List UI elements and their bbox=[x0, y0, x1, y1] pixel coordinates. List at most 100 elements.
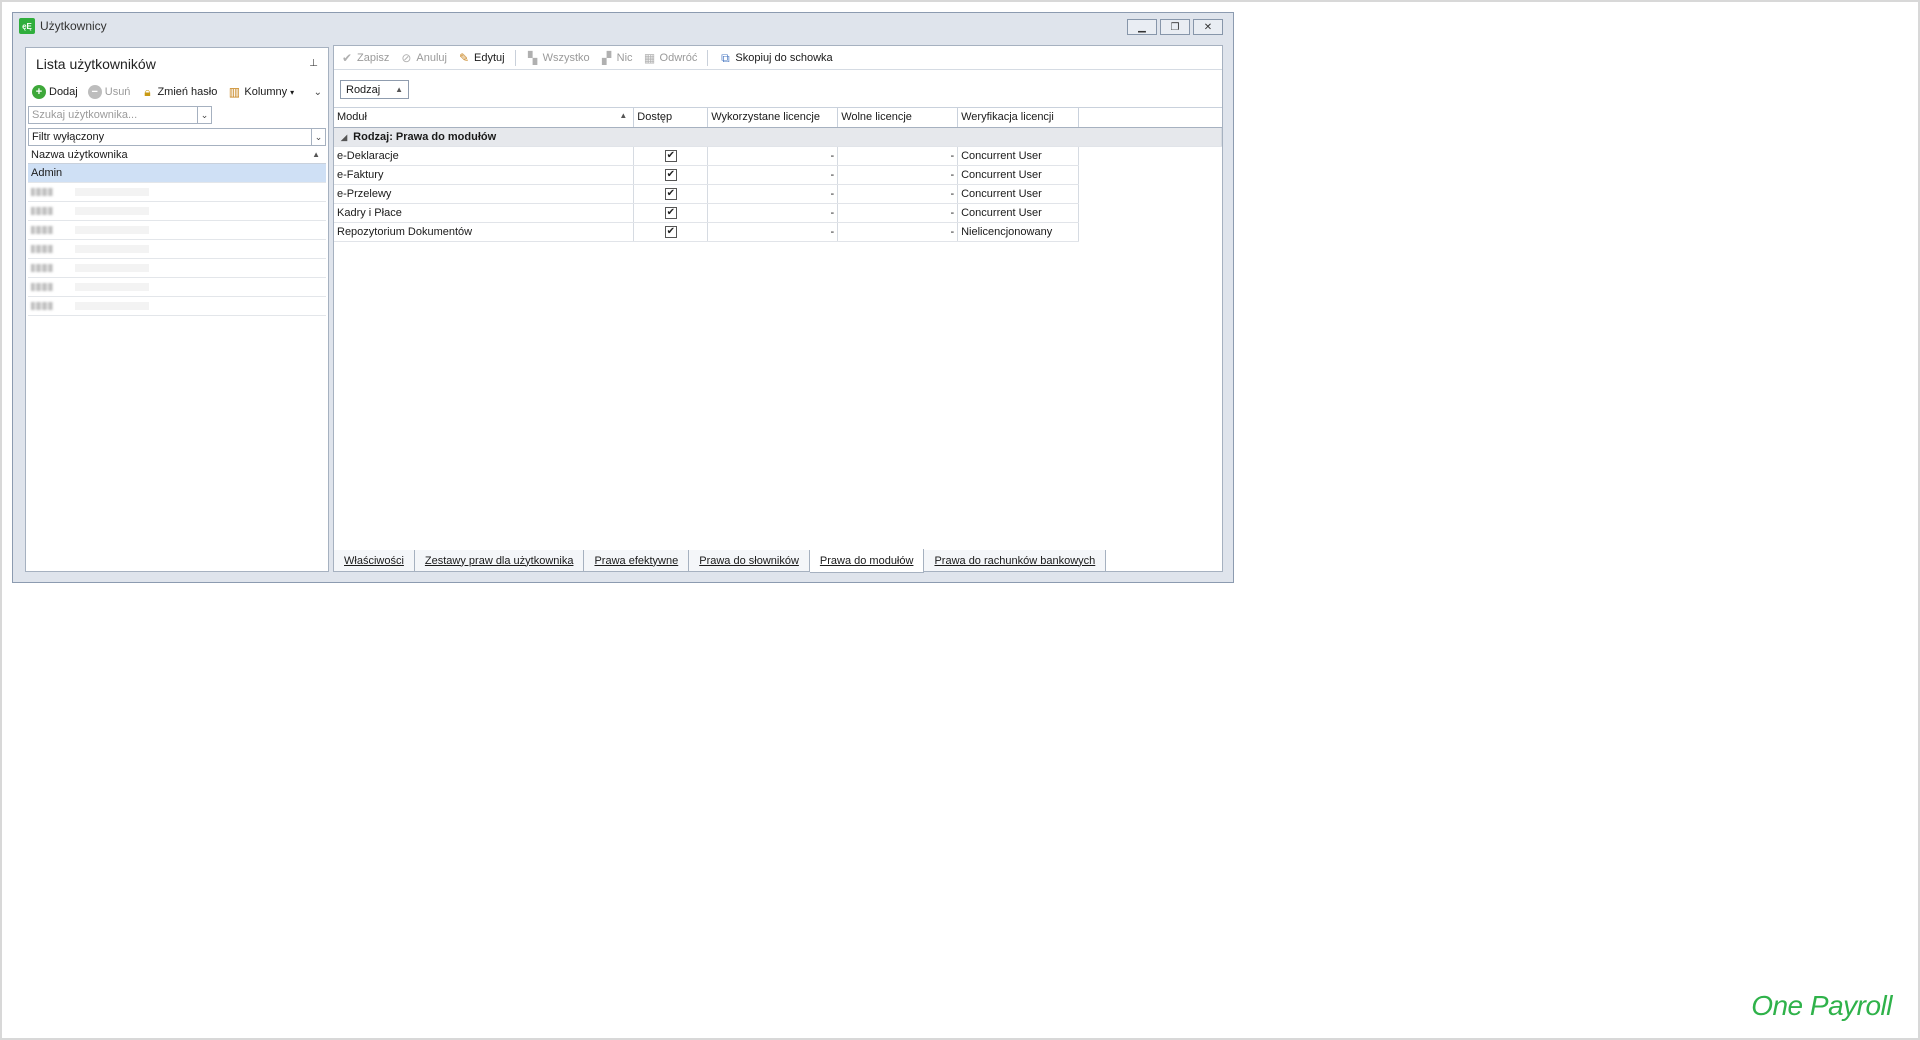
cancel-label: Anuluj bbox=[416, 51, 447, 64]
select-none-button[interactable]: ▞ Nic bbox=[600, 51, 633, 65]
close-icon: ✕ bbox=[1203, 21, 1213, 33]
copy-to-clipboard-button[interactable]: ⧉ Skopiuj do schowka bbox=[718, 51, 833, 65]
group-chip-label: Rodzaj bbox=[346, 83, 381, 96]
change-password-label: Zmień hasło bbox=[157, 86, 218, 98]
column-header-label: Nazwa użytkownika bbox=[31, 148, 128, 161]
column-header-used-licenses[interactable]: Wykorzystane licencje bbox=[707, 108, 839, 128]
redacted-tail bbox=[75, 283, 149, 291]
access-checkbox[interactable]: ✔ bbox=[664, 225, 677, 238]
delete-user-button[interactable]: − Usuń bbox=[87, 85, 131, 99]
access-cell[interactable]: ✔ bbox=[633, 165, 709, 185]
user-list-item[interactable] bbox=[28, 278, 326, 297]
access-checkbox[interactable]: ✔ bbox=[664, 187, 677, 200]
table-row[interactable]: Kadry i Płace ✔ - - Concurrent User bbox=[334, 203, 1222, 223]
column-header-username[interactable]: Nazwa użytkownika ▲ bbox=[28, 146, 326, 164]
user-list-item[interactable] bbox=[28, 240, 326, 259]
free-licenses-cell: - bbox=[837, 203, 959, 223]
bottom-tabs: Właściwości Zestawy praw dla użytkownika P… bbox=[333, 549, 1107, 573]
module-cell: e-Faktury bbox=[334, 165, 635, 185]
tab-4[interactable]: Prawa do modułów bbox=[809, 549, 925, 573]
column-header-license-verification[interactable]: Weryfikacja licencji bbox=[957, 108, 1080, 128]
column-header-module[interactable]: Moduł ▲ bbox=[334, 108, 635, 128]
used-licenses-cell: - bbox=[707, 222, 839, 242]
redacted-tail bbox=[75, 188, 149, 196]
module-cell: e-Deklaracje bbox=[334, 146, 635, 166]
user-list-item[interactable]: Admin bbox=[28, 164, 326, 183]
save-button[interactable]: ✔ Zapisz bbox=[340, 51, 389, 65]
minus-icon: − bbox=[87, 85, 102, 99]
used-licenses-cell: - bbox=[707, 184, 839, 204]
minimize-button[interactable]: ▁ bbox=[1127, 19, 1157, 35]
cancel-button[interactable]: ⊘ Anuluj bbox=[399, 51, 447, 65]
group-row[interactable]: ◢ Rodzaj: Prawa do modułów bbox=[334, 127, 1222, 147]
access-cell[interactable]: ✔ bbox=[633, 184, 709, 204]
search-dropdown-button[interactable]: ⌄ bbox=[197, 107, 211, 123]
change-password-button[interactable]: 🔒︎ Zmień hasło bbox=[140, 85, 217, 99]
user-list-item[interactable] bbox=[28, 297, 326, 316]
user-list-item[interactable] bbox=[28, 221, 326, 240]
column-header-free-licenses[interactable]: Wolne licencje bbox=[837, 108, 959, 128]
tab-label: Prawa do modułów bbox=[819, 554, 914, 567]
column-header-access[interactable]: Dostęp bbox=[633, 108, 709, 128]
maximize-button[interactable]: ❐ bbox=[1160, 19, 1190, 35]
redacted-user-name bbox=[31, 207, 53, 215]
tab-3[interactable]: Prawa do słowników bbox=[689, 550, 810, 572]
license-verification-cell: Concurrent User bbox=[957, 184, 1080, 204]
collapse-icon[interactable]: ◢ bbox=[341, 133, 347, 142]
user-name: Admin bbox=[31, 167, 63, 179]
license-verification-cell: Concurrent User bbox=[957, 203, 1080, 223]
empty-cell bbox=[1079, 203, 1222, 222]
add-user-button[interactable]: + Dodaj bbox=[32, 85, 78, 99]
window-titlebar[interactable]: ęĘ Użytkownicy ▁ ❐ ✕ bbox=[13, 13, 1233, 39]
filter-dropdown[interactable]: Filtr wyłączony ⌄ bbox=[28, 128, 326, 146]
column-header-label: Weryfikacja licencji bbox=[961, 111, 1054, 124]
filter-value: Filtr wyłączony bbox=[32, 131, 105, 143]
sort-ascending-icon: ▲ bbox=[619, 111, 628, 121]
select-all-label: Wszystko bbox=[542, 51, 590, 64]
user-list-item[interactable] bbox=[28, 259, 326, 278]
table-row[interactable]: e-Faktury ✔ - - Concurrent User bbox=[334, 165, 1222, 185]
invert-label: Odwróć bbox=[659, 51, 698, 64]
access-checkbox[interactable]: ✔ bbox=[664, 168, 677, 181]
invert-selection-button[interactable]: ▦ Odwróć bbox=[643, 51, 698, 65]
tab-label: Prawa efektywne bbox=[594, 554, 679, 567]
redacted-user-name bbox=[31, 283, 53, 291]
free-licenses-cell: - bbox=[837, 184, 959, 204]
user-list-item[interactable] bbox=[28, 183, 326, 202]
sort-ascending-icon: ▲ bbox=[395, 85, 403, 94]
tab-label: Prawa do rachunków bankowych bbox=[934, 554, 1096, 567]
table-row[interactable]: e-Deklaracje ✔ - - Concurrent User bbox=[334, 146, 1222, 166]
access-cell[interactable]: ✔ bbox=[633, 203, 709, 223]
group-row-label: Rodzaj: Prawa do modułów bbox=[353, 130, 497, 143]
redacted-user-name bbox=[31, 226, 53, 234]
checkmark-icon: ✔ bbox=[341, 50, 353, 65]
chevron-down-icon[interactable]: ⌄ bbox=[314, 87, 322, 98]
group-by-chip[interactable]: Rodzaj ▲ bbox=[340, 80, 409, 99]
redacted-tail bbox=[75, 302, 149, 310]
invert-icon: ▦ bbox=[643, 50, 656, 65]
empty-cell bbox=[1079, 222, 1222, 241]
user-list-item[interactable] bbox=[28, 202, 326, 221]
columns-button[interactable]: ▥ Kolumny ▾ bbox=[227, 85, 294, 99]
search-input[interactable] bbox=[29, 108, 195, 122]
tab-5[interactable]: Prawa do rachunków bankowych bbox=[924, 550, 1107, 572]
redacted-tail bbox=[75, 245, 149, 253]
tab-0[interactable]: Właściwości bbox=[333, 550, 415, 572]
tab-1[interactable]: Zestawy praw dla użytkownika bbox=[414, 550, 585, 572]
pin-icon[interactable]: ⊥ bbox=[309, 58, 318, 69]
access-cell[interactable]: ✔ bbox=[633, 222, 709, 242]
redacted-tail bbox=[75, 207, 149, 215]
delete-user-label: Usuń bbox=[104, 86, 131, 98]
empty-cell bbox=[1079, 165, 1222, 184]
free-licenses-cell: - bbox=[837, 146, 959, 166]
group-by-area: Rodzaj ▲ bbox=[334, 70, 1222, 108]
table-row[interactable]: Repozytorium Dokumentów ✔ - - Nielicencjonow… bbox=[334, 222, 1222, 242]
close-button[interactable]: ✕ bbox=[1193, 19, 1223, 35]
tab-2[interactable]: Prawa efektywne bbox=[584, 550, 690, 572]
access-checkbox[interactable]: ✔ bbox=[664, 206, 677, 219]
select-all-button[interactable]: ▚ Wszystko bbox=[526, 51, 590, 65]
table-row[interactable]: e-Przelewy ✔ - - Concurrent User bbox=[334, 184, 1222, 204]
access-checkbox[interactable]: ✔ bbox=[664, 149, 677, 162]
access-cell[interactable]: ✔ bbox=[633, 146, 709, 166]
edit-button[interactable]: ✎ Edytuj bbox=[457, 51, 505, 65]
